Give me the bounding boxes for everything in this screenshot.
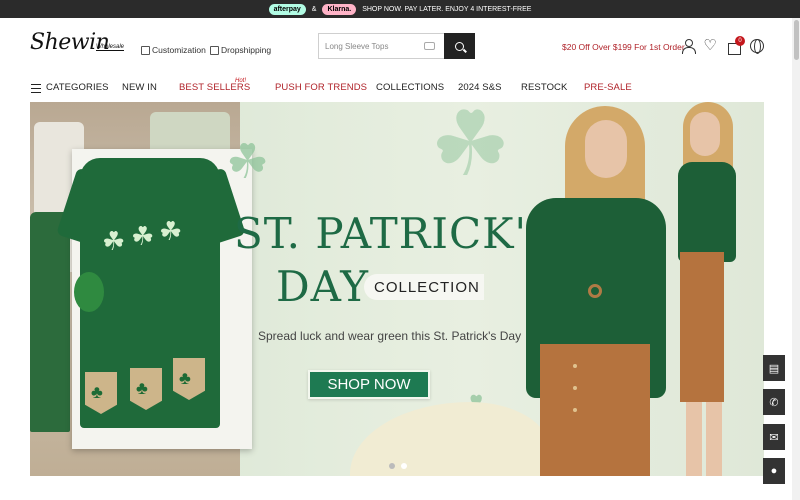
customization-label: Customization <box>152 45 206 55</box>
customization-link[interactable]: Customization <box>141 45 206 55</box>
promo-text: SHOP NOW. PAY LATER. ENJOY 4 INTEREST-FR… <box>362 5 532 13</box>
shop-now-button[interactable]: SHOP NOW <box>308 370 430 399</box>
banner-title-line2: DAY <box>276 262 370 311</box>
afterpay-logo: afterpay <box>268 3 306 15</box>
first-order-offer[interactable]: $20 Off Over $199 For 1st Order <box>562 42 685 52</box>
site-header: Shewin Wholesale Customization Dropshipp… <box>0 18 800 74</box>
main-nav: CATEGORIES NEW IN BEST SELLERS Hot! PUSH… <box>0 78 800 100</box>
nav-collections[interactable]: COLLECTIONS <box>376 82 444 93</box>
chat-icon[interactable]: ● <box>763 458 785 484</box>
account-icon[interactable] <box>681 39 696 54</box>
scrollbar-track[interactable] <box>792 18 800 500</box>
skirt-button <box>573 364 577 368</box>
carousel-dots <box>389 463 407 469</box>
nav-new-in[interactable]: NEW IN <box>122 82 157 93</box>
banner-title-line1: ST. PATRICK'S <box>234 209 557 258</box>
shamrock-icon: ☘ <box>430 102 511 195</box>
dropshipping-icon <box>210 45 219 55</box>
search-button[interactable] <box>444 33 475 59</box>
dropshipping-label: Dropshipping <box>221 45 272 55</box>
model-skirt <box>540 344 650 476</box>
hero-banner[interactable]: ☘ ☘ ☘ ♣ ♣ ♣ ☘ ☘ ☘ ST. PATRICK'S DAY COLL… <box>30 102 764 476</box>
print-icon[interactable]: ▤ <box>763 355 785 381</box>
promo-and: & <box>311 5 317 13</box>
shamrock-icon: ♣ <box>179 368 191 388</box>
nav-push-for-trends[interactable]: PUSH FOR TRENDS <box>275 82 367 93</box>
carousel-dot[interactable] <box>389 463 395 469</box>
shamrock-icon: ☘ <box>226 136 270 189</box>
promo-bar[interactable]: afterpay & Klarna. SHOP NOW. PAY LATER. … <box>0 0 800 18</box>
nav-pre-sale[interactable]: PRE-SALE <box>584 82 632 93</box>
nav-categories[interactable]: CATEGORIES <box>46 82 109 93</box>
model-green-top <box>678 162 736 262</box>
skirt-button <box>573 386 577 390</box>
menu-icon[interactable] <box>31 84 41 93</box>
model-face <box>690 112 720 156</box>
collection-label: COLLECTION <box>374 279 480 296</box>
hanging-shirt <box>30 212 70 432</box>
banner-subtitle: Spread luck and wear green this St. Patr… <box>258 329 522 343</box>
shamrock-icon: ♣ <box>136 378 148 398</box>
logo-subtitle: Wholesale <box>96 44 125 51</box>
wishlist-icon[interactable]: ♡ <box>703 38 717 53</box>
model-skirt <box>680 252 724 402</box>
model-pendant <box>588 284 602 298</box>
dropshipping-link[interactable]: Dropshipping <box>210 45 271 55</box>
scrollbar-thumb[interactable] <box>794 20 799 60</box>
model-face <box>585 120 627 178</box>
klarna-logo: Klarna. <box>322 3 357 15</box>
carousel-dot-active[interactable] <box>401 463 407 469</box>
model-leg <box>706 402 722 476</box>
shamrock-icon: ♣ <box>91 382 103 402</box>
shamrock-icon: ☘ <box>131 221 155 251</box>
customization-icon <box>141 45 150 55</box>
site-logo[interactable]: Shewin <box>30 30 110 55</box>
shamrock-icon: ☘ <box>102 226 126 256</box>
nav-restock[interactable]: RESTOCK <box>521 82 567 93</box>
camera-icon[interactable] <box>424 42 435 50</box>
model-leg <box>686 402 702 476</box>
hot-badge: Hot! <box>235 78 247 84</box>
search-icon <box>455 41 464 51</box>
language-globe-icon[interactable] <box>750 39 764 54</box>
email-icon[interactable]: ✉ <box>763 424 785 450</box>
cart-count-badge: 0 <box>735 36 745 46</box>
nav-2024-ss[interactable]: 2024 S&S <box>458 82 502 93</box>
decorative-shape <box>350 402 550 476</box>
skirt-button <box>573 408 577 412</box>
glitter-shamrock <box>74 272 104 312</box>
whatsapp-icon[interactable]: ✆ <box>763 389 785 415</box>
shamrock-icon: ☘ <box>159 216 183 246</box>
